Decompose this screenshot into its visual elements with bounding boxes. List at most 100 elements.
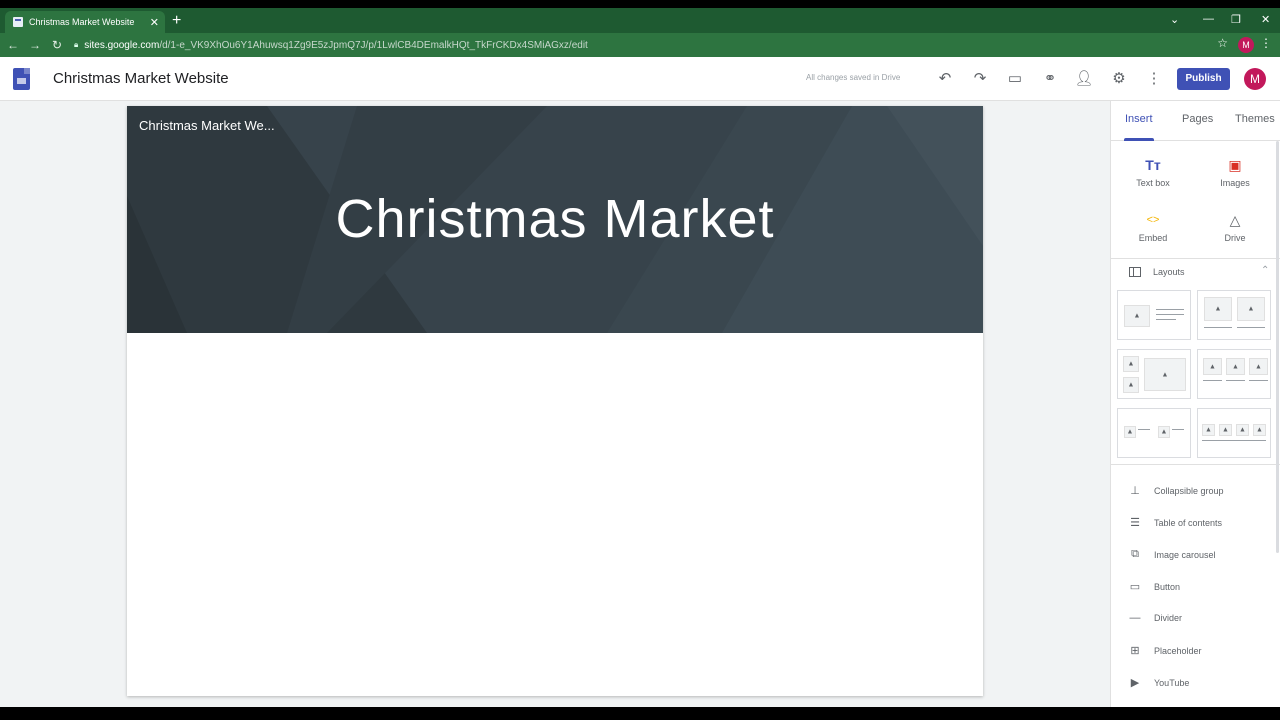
collapse-chevron-icon[interactable]: ⌃: [1261, 265, 1269, 276]
panel-tabs: Insert Pages Themes: [1111, 101, 1280, 141]
button-icon: ▭: [1129, 581, 1141, 593]
new-tab-icon[interactable]: +: [172, 11, 181, 31]
text-box-label: Text box: [1136, 178, 1170, 188]
url-field[interactable]: 🔒︎ sites.google.com/d/1-e_VK9XhOu6Y1Ahuw…: [74, 40, 588, 51]
screen-border-top: [0, 0, 1280, 8]
hero-site-name[interactable]: Christmas Market We...: [139, 118, 275, 133]
redo-icon[interactable]: ↷: [970, 69, 990, 89]
browser-tab[interactable]: Christmas Market Website ✕: [5, 11, 165, 33]
divider-icon: —: [1129, 612, 1141, 624]
insert-drive[interactable]: △ Drive: [1195, 211, 1275, 243]
image-icon: ▣: [1228, 157, 1242, 173]
url-host: sites.google.com: [84, 39, 160, 51]
settings-gear-icon[interactable]: ⚙: [1109, 69, 1129, 89]
tab-title: Christmas Market Website: [29, 17, 135, 27]
tab-close-icon[interactable]: ✕: [150, 16, 159, 29]
layouts-header[interactable]: Layouts: [1129, 267, 1185, 277]
bookmark-star-icon[interactable]: ☆: [1217, 36, 1228, 50]
layout-image-placeholder: [1204, 297, 1232, 321]
back-icon[interactable]: ←: [2, 38, 24, 52]
image-carousel-label: Image carousel: [1154, 549, 1216, 560]
publish-button[interactable]: Publish: [1177, 68, 1230, 90]
tab-search-icon[interactable]: ⌄: [1170, 13, 1179, 26]
insert-text-box[interactable]: Tт Text box: [1113, 156, 1193, 188]
close-window-icon[interactable]: ✕: [1261, 13, 1270, 26]
layout-image-placeholder: [1253, 424, 1266, 436]
button-label: Button: [1154, 581, 1181, 592]
insert-panel: Insert Pages Themes Tт Text box ▣ Images…: [1110, 101, 1280, 707]
editor-canvas: Christmas Market We... Christmas Market: [0, 101, 1110, 707]
sites-favicon-icon: [13, 17, 23, 27]
layout-text-line: [1156, 309, 1184, 310]
preview-icon[interactable]: ▭: [1005, 69, 1025, 89]
share-icon[interactable]: 👤︎: [1074, 69, 1094, 89]
layout-image-placeholder: [1123, 356, 1139, 372]
text-box-icon: Tт: [1145, 157, 1161, 173]
layout-option[interactable]: [1197, 408, 1271, 458]
insert-collapsible-group[interactable]: ⊥ Collapsible group: [1127, 484, 1223, 497]
layout-image-placeholder: [1219, 424, 1232, 436]
placeholder-label: Placeholder: [1154, 645, 1202, 656]
layout-text-line: [1203, 380, 1222, 381]
site-page[interactable]: Christmas Market We... Christmas Market: [127, 106, 983, 696]
tab-insert[interactable]: Insert: [1125, 113, 1153, 125]
insert-divider[interactable]: — Divider: [1127, 612, 1183, 624]
insert-embed[interactable]: <> Embed: [1113, 211, 1193, 243]
layout-option[interactable]: [1117, 290, 1191, 340]
insert-button[interactable]: ▭ Button: [1127, 580, 1180, 593]
layout-image-placeholder: [1226, 358, 1245, 375]
account-avatar[interactable]: M: [1244, 68, 1266, 90]
images-label: Images: [1220, 178, 1250, 188]
browser-tabstrip: Christmas Market Website ✕ + ⌄ — ❐ ✕: [0, 8, 1280, 33]
layout-option[interactable]: [1117, 408, 1191, 458]
reload-icon[interactable]: ↻: [46, 38, 68, 52]
insert-youtube[interactable]: ▶ YouTube: [1127, 676, 1190, 689]
minimize-icon[interactable]: —: [1203, 13, 1214, 25]
panel-scrollbar[interactable]: [1276, 141, 1279, 553]
collapsible-group-icon: ⊥: [1130, 485, 1140, 497]
layout-image-placeholder: [1249, 358, 1268, 375]
browser-profile-avatar[interactable]: M: [1238, 37, 1254, 53]
tab-themes[interactable]: Themes: [1235, 113, 1275, 125]
drive-icon: △: [1229, 212, 1241, 228]
more-options-icon[interactable]: ⋮: [1144, 69, 1164, 89]
layout-image-placeholder: [1237, 297, 1265, 321]
layout-option[interactable]: [1197, 290, 1271, 340]
insert-placeholder[interactable]: ⊞ Placeholder: [1127, 644, 1202, 657]
layouts-icon: [1129, 267, 1141, 277]
placeholder-icon: ⊞: [1130, 645, 1140, 657]
layout-image-placeholder: [1202, 424, 1215, 436]
google-sites-logo-icon[interactable]: [13, 68, 30, 90]
layout-image-placeholder: [1124, 305, 1150, 327]
insert-images[interactable]: ▣ Images: [1195, 156, 1275, 188]
url-path: /d/1-e_VK9XhOu6Y1Ahuwsq1Zg9E5zJpmQ7J/p/1…: [159, 39, 588, 51]
table-of-contents-icon: ☰: [1130, 517, 1140, 529]
hero-title[interactable]: Christmas Market: [127, 188, 983, 250]
screen-border-bottom: [0, 707, 1280, 720]
forward-icon[interactable]: →: [24, 38, 46, 52]
layouts-label: Layouts: [1153, 267, 1185, 277]
layout-text-line: [1156, 314, 1184, 315]
undo-icon[interactable]: ↶: [935, 69, 955, 89]
layout-option[interactable]: [1197, 349, 1271, 399]
browser-menu-icon[interactable]: ⋮: [1260, 36, 1272, 50]
layout-option[interactable]: [1117, 349, 1191, 399]
table-of-contents-label: Table of contents: [1154, 517, 1223, 528]
site-title[interactable]: Christmas Market Website: [53, 70, 229, 87]
divider-label: Divider: [1154, 613, 1183, 623]
restore-icon[interactable]: ❐: [1231, 13, 1241, 26]
layout-image-placeholder: [1236, 424, 1249, 436]
layout-text-line: [1249, 380, 1268, 381]
insert-image-carousel[interactable]: ⧉ Image carousel: [1127, 548, 1216, 561]
layout-image-placeholder: [1124, 426, 1136, 438]
divider: [1111, 464, 1280, 465]
layout-text-line: [1237, 327, 1265, 328]
layout-text-line: [1156, 319, 1176, 320]
hero-header[interactable]: Christmas Market We... Christmas Market: [127, 106, 983, 333]
embed-icon: <>: [1146, 214, 1160, 226]
embed-label: Embed: [1138, 233, 1168, 243]
tab-pages[interactable]: Pages: [1182, 113, 1213, 125]
copy-link-icon[interactable]: ⚭: [1040, 69, 1060, 89]
active-tab-indicator: [1124, 138, 1154, 141]
insert-table-of-contents[interactable]: ☰ Table of contents: [1127, 516, 1222, 529]
